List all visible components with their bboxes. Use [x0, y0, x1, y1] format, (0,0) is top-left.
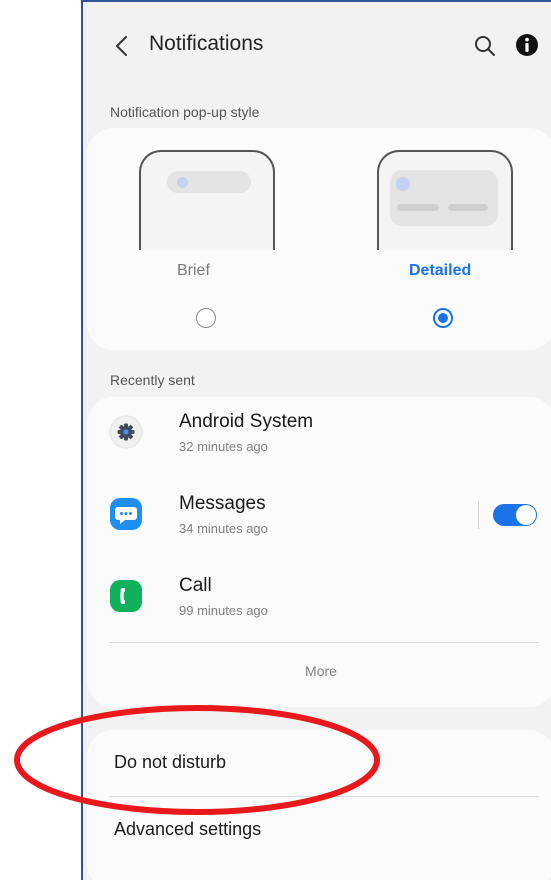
- chat-bubble-icon: [110, 498, 142, 530]
- detailed-preview-bar: [397, 204, 439, 211]
- brief-preview-dot: [177, 177, 188, 188]
- recently-sent-section-label: Recently sent: [110, 372, 195, 388]
- popup-style-section-label: Notification pop-up style: [110, 104, 260, 120]
- detailed-preview-dot: [396, 177, 410, 191]
- toggle-divider: [478, 501, 479, 529]
- list-item-android-system[interactable]: Android System 32 minutes ago: [87, 397, 551, 457]
- detailed-radio[interactable]: [433, 308, 453, 328]
- advanced-settings-item[interactable]: Advanced settings: [114, 819, 261, 840]
- brief-radio[interactable]: [196, 308, 216, 328]
- detailed-preview[interactable]: [377, 150, 513, 250]
- more-button[interactable]: More: [87, 663, 551, 679]
- detailed-option-label: Detailed: [409, 262, 472, 279]
- app-name: Messages: [179, 493, 266, 514]
- list-item-call[interactable]: Call 99 minutes ago: [87, 561, 551, 621]
- app-name: Call: [179, 575, 212, 596]
- list-item-messages[interactable]: Messages 34 minutes ago: [87, 479, 551, 539]
- chevron-left-icon[interactable]: [111, 34, 133, 58]
- toggle-knob: [516, 505, 536, 525]
- search-icon[interactable]: [473, 34, 497, 58]
- gear-icon: [109, 415, 143, 449]
- phone-screen: Notifications Notification pop-up style …: [81, 0, 551, 880]
- info-icon[interactable]: [515, 33, 539, 57]
- app-time: 32 minutes ago: [179, 439, 268, 454]
- detailed-preview-bar: [448, 204, 488, 211]
- do-not-disturb-item[interactable]: Do not disturb: [114, 752, 226, 773]
- page-title: Notifications: [149, 32, 264, 55]
- app-bar: Notifications: [83, 2, 551, 88]
- app-time: 34 minutes ago: [179, 521, 268, 536]
- divider: [109, 642, 539, 643]
- settings-card: Do not disturb Advanced settings: [87, 730, 551, 880]
- recently-sent-card: Android System 32 minutes ago Messages 3…: [87, 397, 551, 707]
- app-name: Android System: [179, 411, 314, 432]
- phone-icon: [110, 580, 142, 612]
- popup-style-card: Brief Detailed: [87, 128, 551, 350]
- messages-toggle[interactable]: [493, 504, 537, 526]
- divider: [109, 796, 539, 797]
- brief-preview[interactable]: [139, 150, 275, 250]
- brief-option-label: Brief: [177, 262, 210, 279]
- app-time: 99 minutes ago: [179, 603, 268, 618]
